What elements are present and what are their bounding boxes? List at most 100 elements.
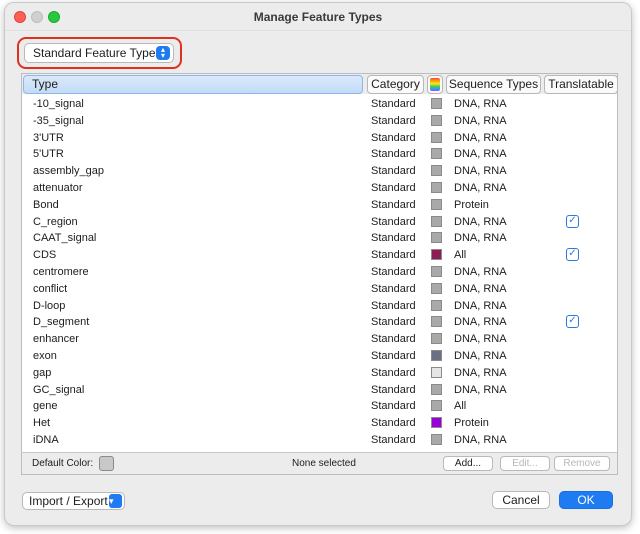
sequence-types-cell: DNA, RNA xyxy=(454,383,507,396)
import-export-menu-button[interactable]: Import / Export ▾ xyxy=(22,492,125,510)
table-row[interactable]: C_region Standard DNA, RNA ✓ xyxy=(22,214,617,231)
color-swatch[interactable] xyxy=(431,366,442,378)
category-cell: Standard xyxy=(371,215,416,228)
color-swatch[interactable] xyxy=(431,165,442,177)
table-row[interactable]: enhancer Standard DNA, RNA xyxy=(22,331,617,348)
default-color-well[interactable] xyxy=(99,456,114,471)
feature-type-filter-highlight: Standard Feature Types ▴ ▾ xyxy=(17,37,182,69)
category-cell: Standard xyxy=(371,198,416,211)
table-row[interactable]: exon Standard DNA, RNA xyxy=(22,348,617,365)
category-cell: Standard xyxy=(371,316,416,329)
color-swatch[interactable] xyxy=(431,198,442,210)
sequence-types-cell: DNA, RNA xyxy=(454,433,507,446)
type-cell: GC_signal xyxy=(33,383,85,396)
column-header-category[interactable]: Category xyxy=(367,75,424,94)
feature-type-filter-dropdown[interactable]: Standard Feature Types ▴ ▾ xyxy=(24,43,174,63)
table-row[interactable]: D_segment Standard DNA, RNA ✓ xyxy=(22,314,617,331)
color-swatch[interactable] xyxy=(431,349,442,361)
type-cell: 3'UTR xyxy=(33,131,64,144)
color-swatch[interactable] xyxy=(431,400,442,412)
default-color-label: Default Color: xyxy=(32,458,94,469)
import-export-label: Import / Export xyxy=(29,494,108,508)
type-cell: enhancer xyxy=(33,333,79,346)
type-cell: Het xyxy=(33,417,51,430)
table-header: Type Category Sequence Types Translatabl… xyxy=(22,74,618,94)
type-cell: attenuator xyxy=(33,181,83,194)
table-row[interactable]: GC_signal Standard DNA, RNA xyxy=(22,382,617,399)
category-cell: Standard xyxy=(371,433,416,446)
column-header-sequence-types[interactable]: Sequence Types xyxy=(446,75,541,94)
table-row[interactable]: -35_signal Standard DNA, RNA xyxy=(22,113,617,130)
table-row[interactable]: D-loop Standard DNA, RNA xyxy=(22,298,617,315)
sequence-types-cell: DNA, RNA xyxy=(454,181,507,194)
color-swatch[interactable] xyxy=(431,333,442,345)
sequence-types-cell: DNA, RNA xyxy=(454,299,507,312)
type-cell: C_region xyxy=(33,215,78,228)
sequence-types-cell: All xyxy=(454,249,467,262)
table-row[interactable]: iDNA Standard DNA, RNA xyxy=(22,432,617,449)
type-cell: -10_signal xyxy=(33,98,84,110)
color-swatch[interactable] xyxy=(431,265,442,277)
table-row[interactable]: CAAT_signal Standard DNA, RNA xyxy=(22,230,617,247)
category-cell: Standard xyxy=(371,232,416,245)
table-row[interactable]: 5'UTR Standard DNA, RNA xyxy=(22,146,617,163)
table-row[interactable]: assembly_gap Standard DNA, RNA xyxy=(22,163,617,180)
table-row[interactable]: Het Standard Protein xyxy=(22,415,617,432)
sequence-types-cell: DNA, RNA xyxy=(454,148,507,161)
color-swatch[interactable] xyxy=(431,299,442,311)
edit-button[interactable]: Edit... xyxy=(500,456,550,471)
color-swatch[interactable] xyxy=(431,249,442,261)
category-cell: Standard xyxy=(371,400,416,413)
color-swatch[interactable] xyxy=(431,114,442,126)
type-cell: D-loop xyxy=(33,299,66,312)
category-cell: Standard xyxy=(371,366,416,379)
category-cell: Standard xyxy=(371,148,416,161)
add-button[interactable]: Add... xyxy=(443,456,493,471)
color-swatch[interactable] xyxy=(431,98,442,109)
table-row[interactable]: CDS Standard All ✓ xyxy=(22,247,617,264)
sequence-types-cell: DNA, RNA xyxy=(454,215,507,228)
sequence-types-cell: Protein xyxy=(454,198,489,211)
table-row[interactable]: conflict Standard DNA, RNA xyxy=(22,281,617,298)
column-header-color[interactable] xyxy=(427,75,443,94)
category-cell: Standard xyxy=(371,181,416,194)
category-cell: Standard xyxy=(371,383,416,396)
color-swatch[interactable] xyxy=(431,417,442,429)
category-cell: Standard xyxy=(371,249,416,262)
column-header-type[interactable]: Type xyxy=(23,75,363,94)
color-swatch[interactable] xyxy=(431,181,442,193)
color-swatch[interactable] xyxy=(431,282,442,294)
color-swatch[interactable] xyxy=(431,316,442,328)
sequence-types-cell: DNA, RNA xyxy=(454,114,507,127)
color-swatch[interactable] xyxy=(431,131,442,143)
remove-button[interactable]: Remove xyxy=(554,456,610,471)
cancel-button[interactable]: Cancel xyxy=(492,491,550,509)
translatable-checkbox[interactable]: ✓ xyxy=(566,248,579,262)
table-row[interactable]: gap Standard DNA, RNA xyxy=(22,365,617,382)
color-swatch[interactable] xyxy=(431,148,442,160)
color-swatch[interactable] xyxy=(431,433,442,445)
feature-types-table: Type Category Sequence Types Translatabl… xyxy=(21,73,618,475)
category-cell: Standard xyxy=(371,265,416,278)
table-row[interactable]: -10_signal Standard DNA, RNA xyxy=(22,96,617,113)
table-row[interactable]: gene Standard All xyxy=(22,398,617,415)
column-header-translatable[interactable]: Translatable xyxy=(544,75,618,94)
color-swatch[interactable] xyxy=(431,383,442,395)
color-swatch[interactable] xyxy=(431,215,442,227)
type-cell: gene xyxy=(33,400,58,413)
type-cell: CAAT_signal xyxy=(33,232,97,245)
translatable-checkbox[interactable]: ✓ xyxy=(566,315,579,329)
color-swatch[interactable] xyxy=(431,232,442,244)
sequence-types-cell: DNA, RNA xyxy=(454,98,507,110)
table-row[interactable]: attenuator Standard DNA, RNA xyxy=(22,180,617,197)
color-spectrum-icon xyxy=(430,78,440,91)
manage-feature-types-window: Manage Feature Types Standard Feature Ty… xyxy=(4,2,632,526)
sequence-types-cell: DNA, RNA xyxy=(454,282,507,295)
window-title: Manage Feature Types xyxy=(253,10,383,24)
ok-button[interactable]: OK xyxy=(559,491,613,509)
table-row[interactable]: Bond Standard Protein xyxy=(22,197,617,214)
type-cell: iDNA xyxy=(33,433,59,446)
table-row[interactable]: centromere Standard DNA, RNA xyxy=(22,264,617,281)
table-row[interactable]: 3'UTR Standard DNA, RNA xyxy=(22,130,617,147)
translatable-checkbox[interactable]: ✓ xyxy=(566,214,579,228)
